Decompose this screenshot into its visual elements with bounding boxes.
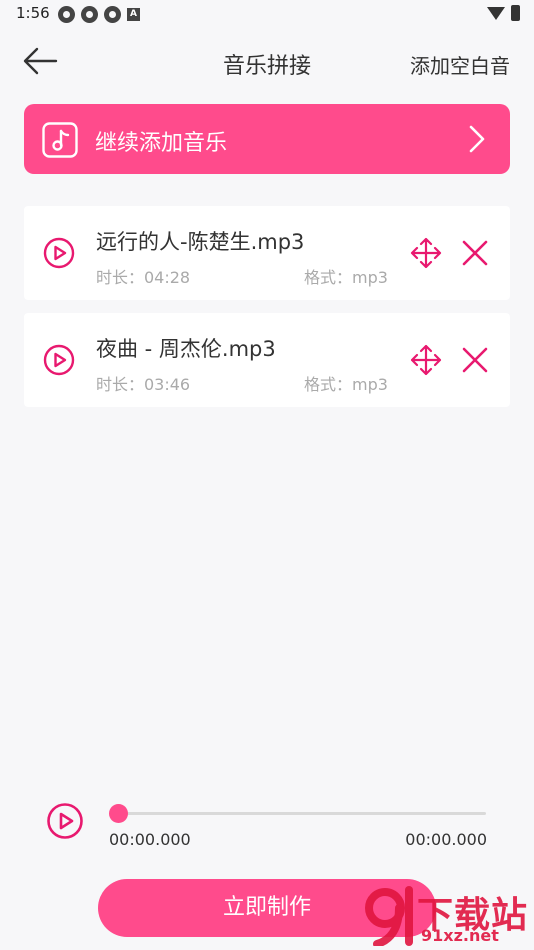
system-icons — [487, 5, 520, 21]
watermark-logo-icon — [365, 886, 413, 946]
move-icon[interactable] — [410, 237, 442, 269]
wifi-icon — [487, 6, 505, 20]
app-header: 音乐拼接 添加空白音 — [0, 34, 534, 92]
current-time: 00:00.000 — [109, 830, 191, 849]
track-format: 格式：mp3 — [304, 375, 388, 394]
notification-app-icon — [81, 6, 98, 23]
add-music-label: 继续添加音乐 — [95, 131, 228, 156]
notification-app-icon — [104, 6, 121, 23]
close-icon[interactable] — [461, 346, 489, 374]
progress-track[interactable] — [118, 812, 486, 815]
track-item: 夜曲 - 周杰伦.mp3 时长：03:46 格式：mp3 — [24, 313, 510, 407]
track-name: 远行的人-陈楚生.mp3 — [96, 230, 305, 254]
play-icon[interactable] — [46, 802, 84, 840]
audio-player: 00:00.000 00:00.000 — [0, 790, 534, 860]
battery-icon — [511, 5, 520, 21]
progress-thumb[interactable] — [109, 804, 128, 823]
add-blank-sound-button[interactable]: 添加空白音 — [410, 50, 510, 79]
track-item: 远行的人-陈楚生.mp3 时长：04:28 格式：mp3 — [24, 206, 510, 300]
watermark: 下载站 91xz.net — [359, 878, 534, 950]
track-duration: 时长：04:28 — [96, 268, 191, 287]
notification-icons: A — [58, 6, 140, 23]
status-time: 1:56 — [16, 4, 50, 22]
play-icon[interactable] — [43, 344, 75, 376]
play-icon[interactable] — [43, 237, 75, 269]
notification-a-icon: A — [127, 8, 140, 21]
move-icon[interactable] — [410, 344, 442, 376]
notification-app-icon — [58, 6, 75, 23]
add-music-button[interactable]: 继续添加音乐 — [24, 104, 510, 174]
close-icon[interactable] — [461, 239, 489, 267]
track-format: 格式：mp3 — [304, 268, 388, 287]
total-time: 00:00.000 — [405, 830, 487, 849]
chevron-right-icon — [469, 125, 485, 153]
track-name: 夜曲 - 周杰伦.mp3 — [96, 337, 276, 361]
music-note-icon — [42, 122, 78, 158]
status-bar: 1:56 A — [0, 0, 534, 28]
track-duration: 时长：03:46 — [96, 375, 191, 394]
watermark-site: 91xz.net — [421, 926, 499, 945]
